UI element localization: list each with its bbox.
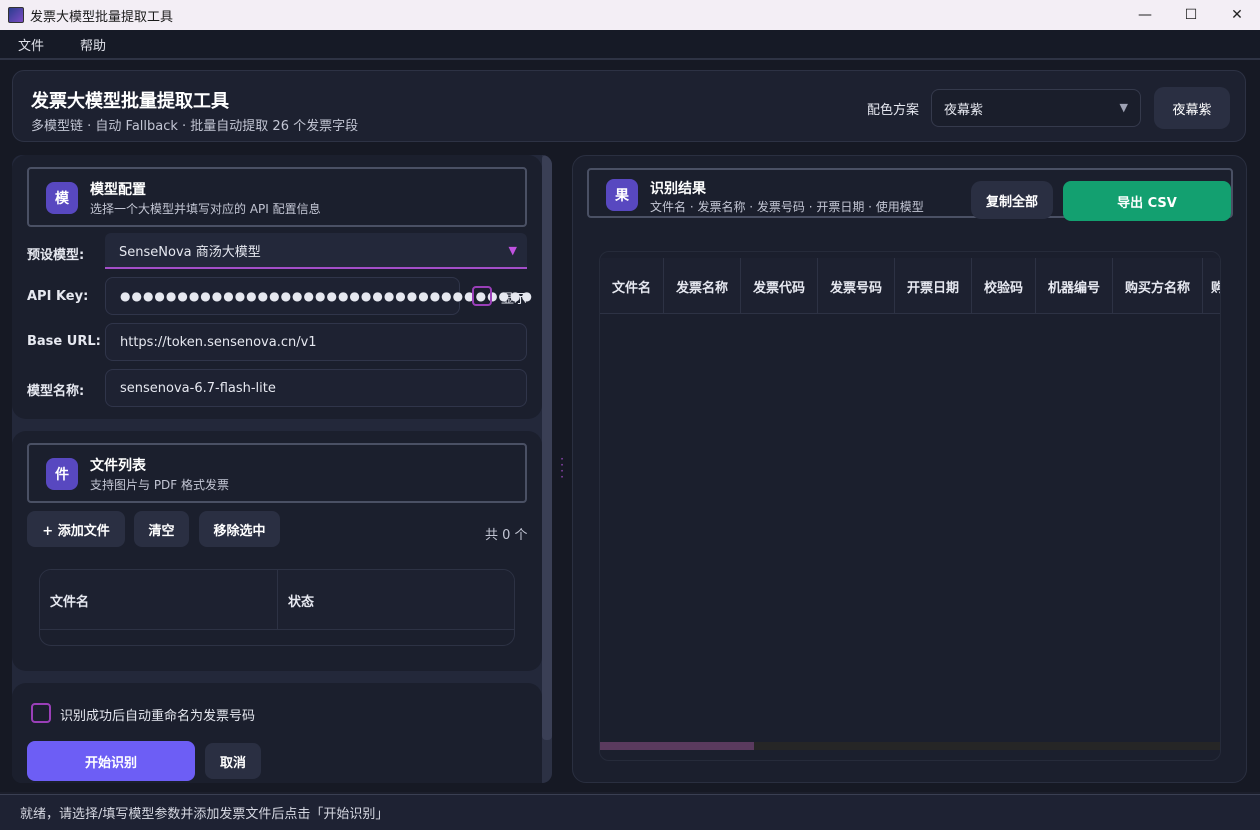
chevron-down-icon: ▼	[1119, 101, 1128, 114]
remove-selected-button[interactable]: 移除选中	[199, 511, 280, 547]
close-button[interactable]: ✕	[1214, 0, 1260, 30]
actions-panel: 识别成功后自动重命名为发票号码 开始识别 取消	[12, 683, 542, 783]
menu-bar: 文件 帮助	[0, 30, 1260, 58]
maximize-button[interactable]: ☐	[1168, 0, 1214, 30]
app-subtitle: 多模型链 · 自动 Fallback · 批量自动提取 26 个发票字段	[31, 119, 359, 134]
app-title: 发票大模型批量提取工具	[31, 91, 229, 112]
base-url-label: Base URL:	[27, 334, 101, 349]
color-scheme-select[interactable]: 夜幕紫 ▼	[931, 89, 1141, 127]
file-table-header: 文件名 状态	[40, 570, 514, 630]
preset-model-select[interactable]: SenseNova 商汤大模型 ▼	[105, 233, 527, 269]
status-text: 就绪，请选择/填写模型参数并添加发票文件后点击「开始识别」	[20, 807, 389, 822]
file-list-title: 文件列表	[90, 458, 146, 474]
auto-rename-checkbox[interactable]	[31, 703, 51, 723]
file-badge-icon: 件	[46, 458, 78, 490]
color-scheme-label: 配色方案	[867, 103, 920, 118]
api-key-label: API Key:	[27, 289, 89, 304]
export-csv-button[interactable]: 导出 CSV	[1063, 181, 1231, 221]
results-title: 识别结果	[650, 181, 706, 197]
column-header-status[interactable]: 状态	[277, 570, 514, 630]
left-scrollbar-thumb[interactable]	[542, 155, 552, 740]
title-bar: 发票大模型批量提取工具 — ☐ ✕	[0, 0, 1260, 30]
left-column: 模 模型配置 选择一个大模型并填写对应的 API 配置信息 预设模型: Sens…	[12, 155, 552, 783]
base-url-input[interactable]: https://token.sensenova.cn/v1	[105, 323, 527, 361]
status-bar: 就绪，请选择/填写模型参数并添加发票文件后点击「开始识别」	[0, 794, 1260, 830]
base-url-value: https://token.sensenova.cn/v1	[120, 334, 317, 350]
cancel-button[interactable]: 取消	[205, 743, 261, 779]
minimize-button[interactable]: —	[1122, 0, 1168, 30]
results-header: 果 识别结果 文件名 · 发票名称 · 发票号码 · 开票日期 · 使用模型 复…	[587, 168, 1233, 221]
splitter-handle[interactable]: · · · ·	[560, 453, 564, 483]
file-list-header: 件 文件列表 支持图片与 PDF 格式发票	[27, 443, 527, 503]
model-name-label: 模型名称:	[27, 384, 85, 399]
file-table[interactable]: 文件名 状态	[39, 569, 515, 646]
color-scheme-value: 夜幕紫	[944, 102, 984, 118]
column-header-filename[interactable]: 文件名	[600, 258, 664, 314]
api-key-input[interactable]: ●●●●●●●●●●●●●●●●●●●●●●●●●●●●●●●●●●●●	[105, 277, 532, 315]
window-title: 发票大模型批量提取工具	[30, 9, 174, 25]
file-count: 共 0 个	[485, 528, 528, 543]
column-header-issue-date[interactable]: 开票日期	[895, 258, 972, 314]
preset-model-label: 预设模型:	[27, 248, 85, 263]
column-header-buyer-name[interactable]: 购买方名称	[1113, 258, 1203, 314]
show-key-label: 显示	[501, 292, 528, 307]
column-header-invoice-name[interactable]: 发票名称	[664, 258, 741, 314]
clear-button[interactable]: 清空	[134, 511, 189, 547]
auto-rename-label: 识别成功后自动重命名为发票号码	[60, 709, 256, 724]
model-name-value: sensenova-6.7-flash-lite	[120, 380, 276, 396]
app-icon	[8, 7, 24, 23]
add-file-button[interactable]: + 添加文件	[27, 511, 125, 547]
preset-model-value: SenseNova 商汤大模型	[119, 244, 261, 260]
start-recognition-button[interactable]: 开始识别	[27, 741, 195, 781]
file-list-panel: 件 文件列表 支持图片与 PDF 格式发票 + 添加文件 清空 移除选中 共 0…	[12, 431, 542, 671]
menu-file[interactable]: 文件	[0, 35, 62, 54]
chevron-down-icon: ▼	[508, 244, 517, 257]
model-name-input[interactable]: sensenova-6.7-flash-lite	[105, 369, 527, 407]
column-header-invoice-code[interactable]: 发票代码	[741, 258, 818, 314]
column-header-machine-number[interactable]: 机器编号	[1036, 258, 1113, 314]
model-badge-icon: 模	[46, 182, 78, 214]
show-key-checkbox[interactable]	[472, 286, 492, 306]
column-header-invoice-number[interactable]: 发票号码	[818, 258, 895, 314]
result-badge-icon: 果	[606, 179, 638, 211]
model-config-header: 模 模型配置 选择一个大模型并填写对应的 API 配置信息	[27, 167, 527, 227]
results-table-header: 文件名 发票名称 发票代码 发票号码 开票日期 校验码 机器编号 购买方名称 购	[600, 258, 1220, 314]
model-config-subtitle: 选择一个大模型并填写对应的 API 配置信息	[90, 202, 321, 216]
copy-all-button[interactable]: 复制全部	[971, 181, 1053, 219]
window-controls: — ☐ ✕	[1122, 0, 1260, 30]
model-config-panel: 模 模型配置 选择一个大模型并填写对应的 API 配置信息 预设模型: Sens…	[12, 155, 542, 419]
column-header-filename[interactable]: 文件名	[40, 570, 277, 630]
apply-scheme-button[interactable]: 夜幕紫	[1154, 87, 1230, 129]
model-config-title: 模型配置	[90, 182, 146, 198]
results-table[interactable]: 文件名 发票名称 发票代码 发票号码 开票日期 校验码 机器编号 购买方名称 购	[599, 251, 1221, 761]
api-key-value: ●●●●●●●●●●●●●●●●●●●●●●●●●●●●●●●●●●●●	[120, 289, 533, 303]
menu-help[interactable]: 帮助	[62, 35, 124, 54]
column-header-check-code[interactable]: 校验码	[972, 258, 1036, 314]
results-hscroll-thumb[interactable]	[600, 742, 754, 750]
main-area: 发票大模型批量提取工具 多模型链 · 自动 Fallback · 批量自动提取 …	[0, 58, 1260, 792]
results-subtitle: 文件名 · 发票名称 · 发票号码 · 开票日期 · 使用模型	[650, 200, 924, 214]
column-header-truncated[interactable]: 购	[1203, 258, 1220, 314]
header-card: 发票大模型批量提取工具 多模型链 · 自动 Fallback · 批量自动提取 …	[12, 70, 1246, 142]
file-list-subtitle: 支持图片与 PDF 格式发票	[90, 478, 230, 492]
results-panel: 果 识别结果 文件名 · 发票名称 · 发票号码 · 开票日期 · 使用模型 复…	[572, 155, 1247, 783]
